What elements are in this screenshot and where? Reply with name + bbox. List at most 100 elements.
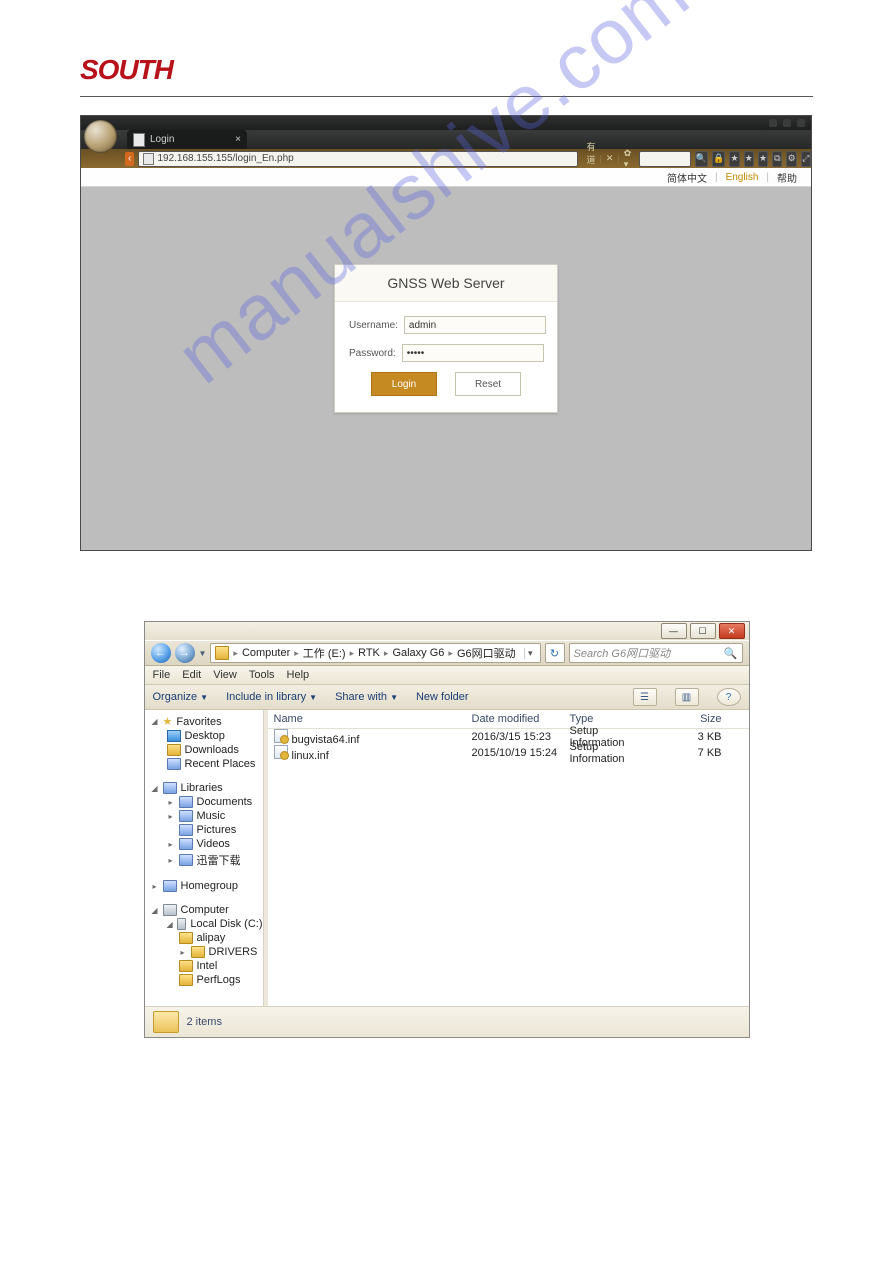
crumb-item[interactable]: Galaxy G6 (392, 647, 444, 659)
organize-button[interactable]: Organize▼ (153, 691, 209, 703)
browser-orb-icon[interactable] (84, 120, 117, 153)
refresh-button[interactable]: ↻ (545, 643, 565, 663)
tree-perflogs[interactable]: PerfLogs (145, 973, 263, 987)
lang-english-link[interactable]: English (726, 172, 759, 183)
chevron-right-icon[interactable]: ▸ (231, 648, 240, 659)
explorer-titlebar: — ☐ ✕ (145, 622, 749, 640)
titlebar-button[interactable] (797, 119, 805, 127)
titlebar-button[interactable] (783, 119, 791, 127)
address-bar[interactable]: 192.168.155.155/login_En.php (138, 151, 578, 167)
tab-close-icon[interactable]: × (235, 134, 241, 145)
username-label: Username: (349, 320, 398, 331)
toolbar-icon[interactable]: ★ (729, 151, 739, 167)
browser-titlebar (81, 116, 811, 130)
username-input[interactable] (404, 316, 546, 334)
share-with-button[interactable]: Share with▼ (335, 691, 398, 703)
toolbar-icon[interactable]: 🔒 (712, 151, 725, 167)
col-size[interactable]: Size (660, 713, 728, 725)
close-button[interactable]: ✕ (719, 623, 745, 639)
tree-downloads[interactable]: Downloads (145, 743, 263, 757)
menu-view[interactable]: View (213, 669, 237, 681)
col-date[interactable]: Date modified (466, 713, 564, 725)
help-link[interactable]: 帮助 (777, 170, 797, 185)
minimize-button[interactable]: — (661, 623, 687, 639)
tree-videos[interactable]: ▸Videos (145, 837, 263, 851)
nav-forward-button[interactable]: → (175, 643, 195, 663)
explorer-window: — ☐ ✕ ← → ▼ ▸ Computer ▸ 工作 (E:) ▸ RTK ▸… (144, 621, 750, 1038)
file-pane: Name Date modified Type Size bugvista64.… (268, 710, 749, 1006)
explorer-search-input[interactable]: Search G6网口驱动 🔍 (569, 643, 743, 663)
inf-file-icon (274, 729, 288, 743)
tree-recent[interactable]: Recent Places (145, 757, 263, 771)
crumb-item[interactable]: RTK (358, 647, 380, 659)
nav-pane: ◢★Favorites Desktop Downloads Recent Pla… (145, 710, 264, 1006)
menu-help[interactable]: Help (287, 669, 310, 681)
maximize-button[interactable]: ☐ (690, 623, 716, 639)
help-icon[interactable]: ? (717, 688, 741, 706)
new-folder-button[interactable]: New folder (416, 691, 469, 703)
flower-icon[interactable]: ✿ ▾ (624, 148, 632, 170)
menu-edit[interactable]: Edit (182, 669, 201, 681)
crumb-item[interactable]: G6网口驱动 (457, 645, 516, 661)
tree-music[interactable]: ▸Music (145, 809, 263, 823)
language-strip: 简体中文 | English | 帮助 (81, 168, 811, 187)
browser-tab[interactable]: Login × (127, 130, 247, 149)
password-input[interactable] (402, 344, 544, 362)
tree-favorites[interactable]: ◢★Favorites (145, 714, 263, 729)
toolbar-icon[interactable]: ⧉ (772, 151, 782, 167)
include-library-button[interactable]: Include in library▼ (226, 691, 317, 703)
chevron-right-icon[interactable]: ▸ (292, 648, 301, 659)
reset-button[interactable]: Reset (455, 372, 521, 396)
login-button[interactable]: Login (371, 372, 437, 396)
chevron-right-icon[interactable]: ▸ (348, 648, 357, 659)
tree-homegroup[interactable]: ▸Homegroup (145, 879, 263, 893)
explorer-toolbar: Organize▼ Include in library▼ Share with… (145, 685, 749, 710)
titlebar-button[interactable] (769, 119, 777, 127)
crumb-dropdown-icon[interactable]: ▾ (524, 648, 536, 659)
browser-window: Login × ‹ 192.168.155.155/login_En.php 有… (80, 115, 812, 551)
page-viewport: 简体中文 | English | 帮助 GNSS Web Server User… (81, 168, 811, 550)
col-type[interactable]: Type (564, 713, 660, 725)
menu-tools[interactable]: Tools (249, 669, 275, 681)
preview-pane-button[interactable]: ▥ (675, 688, 699, 706)
toolbar-icon[interactable]: ⤢ (801, 151, 811, 167)
password-label: Password: (349, 348, 396, 359)
file-row[interactable]: linux.inf 2015/10/19 15:24 Setup Informa… (268, 745, 749, 761)
column-headers: Name Date modified Type Size (268, 710, 749, 729)
tree-desktop[interactable]: Desktop (145, 729, 263, 743)
toolbar-icon[interactable]: ★ (758, 151, 768, 167)
tree-alipay[interactable]: alipay (145, 931, 263, 945)
browser-search-box[interactable] (639, 151, 691, 167)
file-row[interactable]: bugvista64.inf 2016/3/15 15:23 Setup Inf… (268, 729, 749, 745)
search-icon[interactable]: 🔍 (695, 151, 708, 167)
col-name[interactable]: Name (268, 713, 466, 725)
back-button[interactable]: ‹ (125, 152, 134, 166)
browser-tabbar: Login × (81, 130, 811, 149)
nav-back-button[interactable]: ← (151, 643, 171, 663)
chevron-right-icon[interactable]: ▸ (382, 648, 391, 659)
tree-libraries[interactable]: ◢Libraries (145, 781, 263, 795)
tree-documents[interactable]: ▸Documents (145, 795, 263, 809)
folder-icon (153, 1011, 179, 1033)
crumb-item[interactable]: 工作 (E:) (303, 645, 346, 661)
chevron-right-icon[interactable]: ▸ (446, 648, 455, 659)
page-icon (133, 133, 145, 147)
menu-file[interactable]: File (153, 669, 171, 681)
breadcrumb[interactable]: ▸ Computer ▸ 工作 (E:) ▸ RTK ▸ Galaxy G6 ▸… (210, 643, 540, 663)
tree-xunlei[interactable]: ▸迅雷下载 (145, 851, 263, 869)
login-card: GNSS Web Server Username: Password: Logi… (334, 264, 558, 413)
search-placeholder: Search G6网口驱动 (574, 645, 671, 661)
tree-local-c[interactable]: ◢Local Disk (C:) (145, 917, 263, 931)
clear-icon[interactable]: ✕ (606, 153, 614, 164)
nav-history-dropdown[interactable]: ▼ (199, 649, 207, 658)
crumb-item[interactable]: Computer (242, 647, 290, 659)
toolbar-icon[interactable]: ★ (744, 151, 754, 167)
tree-computer[interactable]: ◢Computer (145, 903, 263, 917)
toolbar-icon[interactable]: ⚙ (786, 151, 796, 167)
tree-drivers[interactable]: ▸DRIVERS (145, 945, 263, 959)
tree-pictures[interactable]: Pictures (145, 823, 263, 837)
lang-chinese-link[interactable]: 简体中文 (667, 170, 707, 185)
tree-intel[interactable]: Intel (145, 959, 263, 973)
view-mode-button[interactable]: ☰ (633, 688, 657, 706)
explorer-menubar: File Edit View Tools Help (145, 666, 749, 685)
